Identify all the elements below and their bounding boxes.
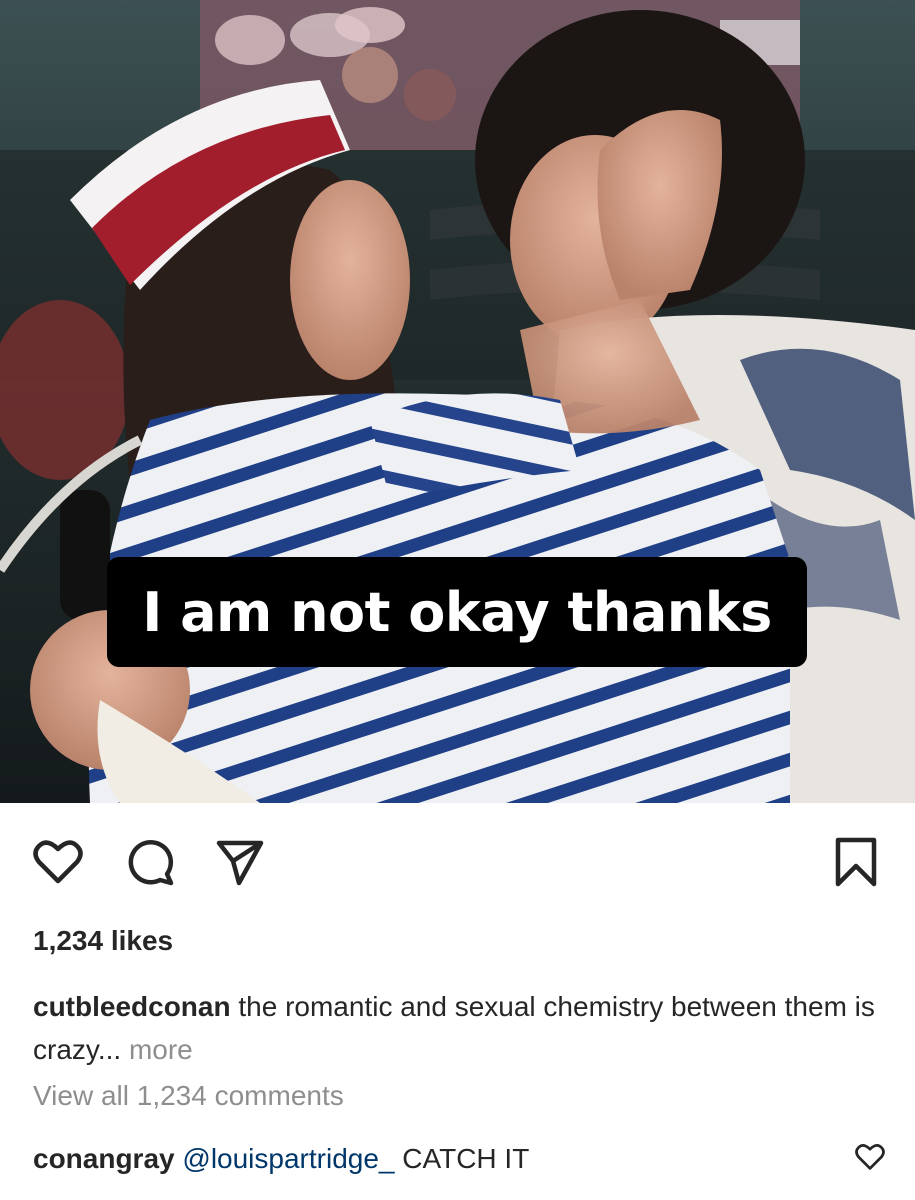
comment-bubble-icon[interactable] — [122, 834, 178, 890]
comment-username[interactable]: conangray — [33, 1143, 175, 1174]
view-all-comments-link[interactable]: View all 1,234 comments — [33, 1080, 344, 1112]
comment-heart-icon[interactable] — [855, 1143, 885, 1173]
bookmark-icon[interactable] — [828, 834, 884, 890]
comment-text: CATCH IT — [402, 1143, 530, 1174]
caption-more-link[interactable]: more — [129, 1034, 193, 1065]
heart-icon[interactable] — [30, 834, 86, 890]
caption-username[interactable]: cutbleedconan — [33, 991, 231, 1022]
story-text-overlay: I am not okay thanks — [107, 557, 807, 667]
comment-row: conangray @louispartridge_ CATCH IT — [33, 1143, 833, 1175]
photo-illustration — [0, 0, 915, 803]
overlay-text: I am not okay thanks — [142, 580, 772, 644]
post-caption: cutbleedconan the romantic and sexual ch… — [33, 985, 883, 1071]
paper-plane-icon[interactable] — [212, 834, 268, 890]
post-photo[interactable]: I am not okay thanks — [0, 0, 915, 803]
post-action-bar — [0, 820, 915, 900]
likes-count[interactable]: 1,234 likes — [33, 925, 173, 957]
comment-mention[interactable]: @louispartridge_ — [182, 1143, 394, 1174]
